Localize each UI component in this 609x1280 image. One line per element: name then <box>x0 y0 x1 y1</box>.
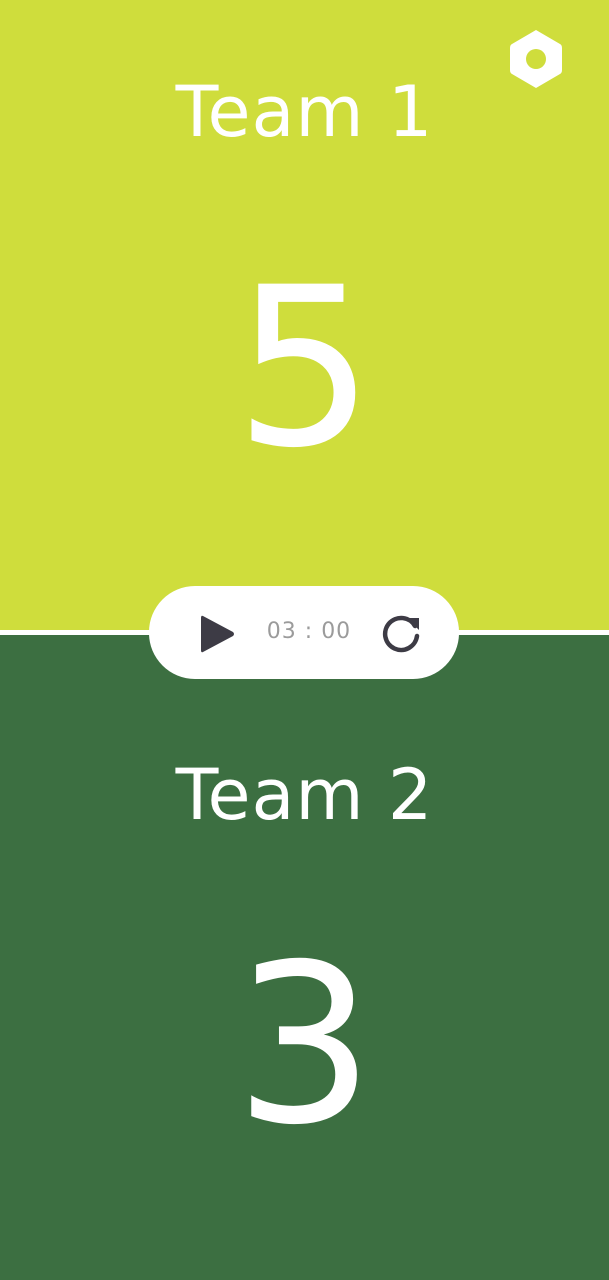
timer-controls: 03 : 00 <box>149 586 459 679</box>
scoreboard-app: Team 1 5 Team 2 3 03 : 00 <box>0 0 609 1280</box>
reset-button[interactable] <box>377 610 425 658</box>
team-2-panel[interactable]: Team 2 3 <box>0 635 609 1280</box>
team-2-name: Team 2 <box>175 754 434 836</box>
team-1-score[interactable]: 5 <box>0 258 609 478</box>
play-icon <box>201 615 234 653</box>
reset-icon <box>382 615 420 653</box>
team-2-score[interactable]: 3 <box>0 935 609 1155</box>
play-button[interactable] <box>195 612 239 656</box>
timer-display: 03 : 00 <box>266 619 352 644</box>
team-1-panel[interactable]: Team 1 5 <box>0 0 609 630</box>
settings-hexagon-icon <box>510 30 562 88</box>
settings-button[interactable] <box>508 28 564 90</box>
